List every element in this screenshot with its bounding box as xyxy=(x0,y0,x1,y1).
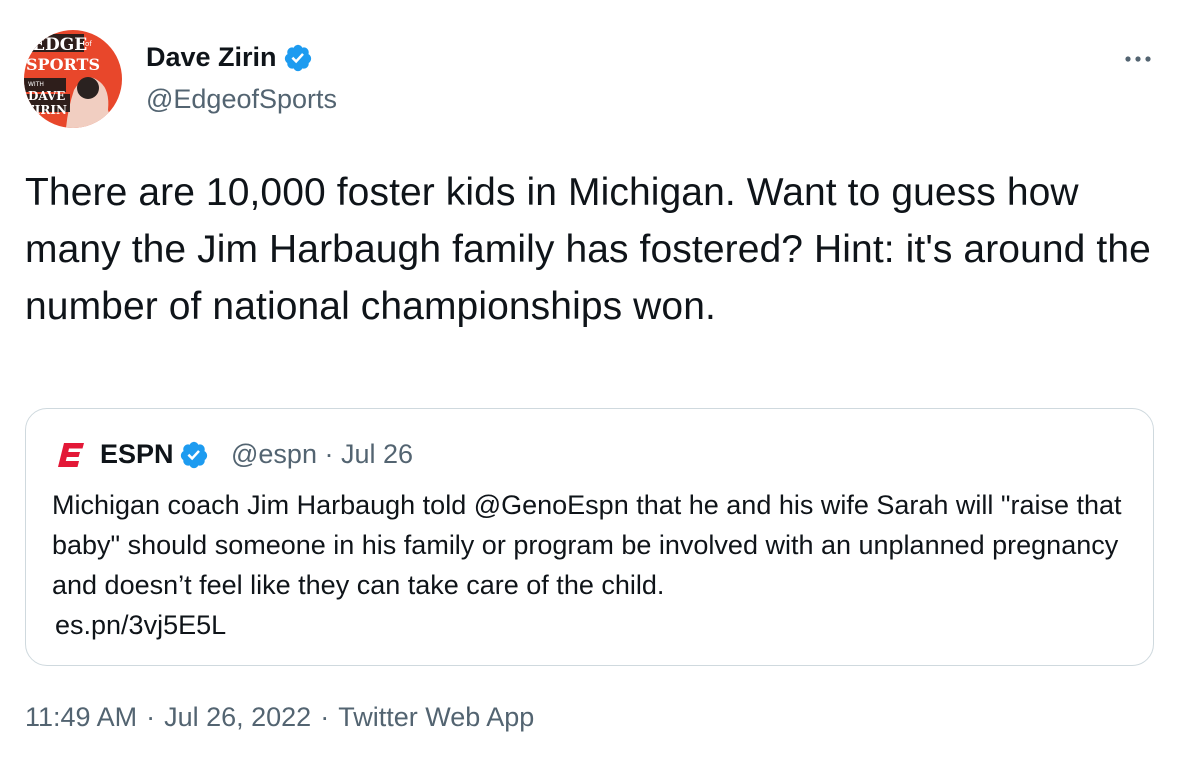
espn-logo-icon xyxy=(57,442,85,468)
avatar-text-sports: SPORTS xyxy=(26,55,100,74)
more-options-icon xyxy=(1125,56,1151,62)
tweet-timestamp: 11:49 AM · Jul 26, 2022 · Twitter Web Ap… xyxy=(25,702,534,733)
avatar-text-zirin: ZIRIN xyxy=(26,103,67,117)
tweet-time[interactable]: 11:49 AM xyxy=(25,702,137,733)
tweet: EDGE of SPORTS WITH DAVE ZIRIN Dave Ziri… xyxy=(0,0,1188,772)
quoted-tweet-meta: @espn · Jul 26 xyxy=(231,439,413,469)
quoted-tweet[interactable]: ESPN @espn · Jul 26 Michigan coach Jim H… xyxy=(25,408,1154,666)
quoted-tweet-text: Michigan coach Jim Harbaugh told @GenoEs… xyxy=(52,485,1132,645)
quoted-tweet-link[interactable]: es.pn/3vj5E5L xyxy=(52,605,1132,645)
avatar-text-dave: DAVE xyxy=(28,89,65,103)
tweet-date[interactable]: Jul 26, 2022 xyxy=(164,702,311,733)
avatar-text-with: WITH xyxy=(28,81,44,88)
author-name-text: Dave Zirin xyxy=(146,42,277,72)
separator: · xyxy=(320,702,330,732)
quoted-author-name[interactable]: ESPN xyxy=(100,439,209,470)
avatar-text-of: of xyxy=(85,40,92,48)
tweet-text: There are 10,000 foster kids in Michigan… xyxy=(25,171,1151,328)
tweet-source[interactable]: Twitter Web App xyxy=(338,702,534,733)
separator: · xyxy=(146,702,156,732)
verified-badge-icon xyxy=(283,43,313,73)
author-display-name[interactable]: Dave Zirin xyxy=(146,42,313,73)
quoted-author-name-text: ESPN xyxy=(100,439,174,469)
verified-badge-icon xyxy=(179,440,209,470)
quoted-tweet-body: Michigan coach Jim Harbaugh told @GenoEs… xyxy=(52,490,1122,600)
avatar[interactable]: EDGE of SPORTS WITH DAVE ZIRIN xyxy=(24,30,122,128)
author-handle[interactable]: @EdgeofSports xyxy=(146,84,337,115)
avatar-text-edge: EDGE xyxy=(32,35,87,55)
more-options-button[interactable] xyxy=(1118,44,1158,74)
